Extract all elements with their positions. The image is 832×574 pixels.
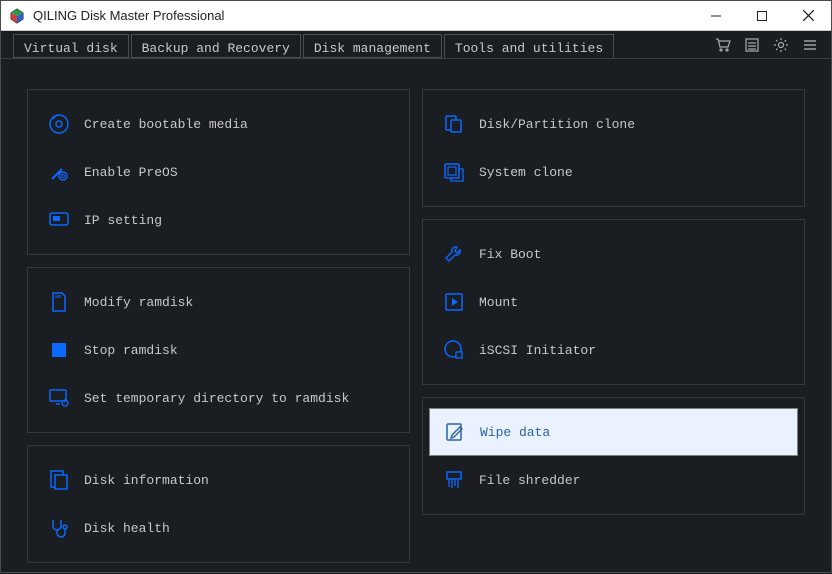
item-label: Enable PreOS bbox=[84, 165, 178, 180]
menu-icon[interactable] bbox=[803, 38, 817, 52]
clone-icon bbox=[439, 113, 469, 135]
item-label: Disk health bbox=[84, 521, 170, 536]
disc-icon bbox=[44, 113, 74, 135]
cart-icon[interactable] bbox=[715, 37, 731, 53]
item-label: Set temporary directory to ramdisk bbox=[84, 391, 349, 406]
tab-tools-utilities[interactable]: Tools and utilities bbox=[444, 34, 614, 58]
item-label: IP setting bbox=[84, 213, 162, 228]
item-label: Fix Boot bbox=[479, 247, 541, 262]
wrench-icon bbox=[439, 243, 469, 265]
monitor-gear-icon bbox=[44, 387, 74, 409]
content-area: Create bootable media Enable PreOS IP sett… bbox=[1, 59, 831, 574]
iscsi-initiator[interactable]: iSCSI Initiator bbox=[429, 326, 798, 374]
wipe-data[interactable]: Wipe data bbox=[429, 408, 798, 456]
right-panel: Wipe data File shredder bbox=[422, 397, 805, 515]
circle-connect-icon bbox=[439, 339, 469, 361]
left-panel: Modify ramdisk Stop ramdisk Set temporary … bbox=[27, 267, 410, 433]
set-temp-dir-ramdisk[interactable]: Set temporary directory to ramdisk bbox=[34, 374, 403, 422]
gear-icon[interactable] bbox=[773, 37, 789, 53]
shredder-icon bbox=[439, 469, 469, 491]
app-logo-icon bbox=[9, 8, 25, 24]
system-clone-icon bbox=[439, 161, 469, 183]
system-clone[interactable]: System clone bbox=[429, 148, 798, 196]
tab-disk-management[interactable]: Disk management bbox=[303, 34, 442, 58]
edit-icon bbox=[440, 421, 470, 443]
fix-boot[interactable]: Fix Boot bbox=[429, 230, 798, 278]
ip-setting[interactable]: IP setting bbox=[34, 196, 403, 244]
play-icon bbox=[439, 291, 469, 313]
tab-virtual-disk[interactable]: Virtual disk bbox=[13, 34, 129, 58]
left-panel: Disk information Disk health bbox=[27, 445, 410, 563]
tabbar: Virtual disk Backup and Recovery Disk ma… bbox=[1, 31, 831, 59]
item-label: System clone bbox=[479, 165, 573, 180]
close-button[interactable] bbox=[785, 1, 831, 30]
item-label: Wipe data bbox=[480, 425, 550, 440]
item-label: Stop ramdisk bbox=[84, 343, 178, 358]
window-title: QILING Disk Master Professional bbox=[33, 8, 693, 23]
item-label: Create bootable media bbox=[84, 117, 248, 132]
modify-ramdisk[interactable]: Modify ramdisk bbox=[34, 278, 403, 326]
item-label: File shredder bbox=[479, 473, 580, 488]
left-panel: Create bootable media Enable PreOS IP sett… bbox=[27, 89, 410, 255]
item-label: Modify ramdisk bbox=[84, 295, 193, 310]
disk-partition-clone[interactable]: Disk/Partition clone bbox=[429, 100, 798, 148]
item-label: iSCSI Initiator bbox=[479, 343, 596, 358]
list-icon[interactable] bbox=[745, 38, 759, 52]
create-bootable-media[interactable]: Create bootable media bbox=[34, 100, 403, 148]
left-column: Create bootable media Enable PreOS IP sett… bbox=[21, 89, 416, 554]
disk-health[interactable]: Disk health bbox=[34, 504, 403, 552]
right-panel: Disk/Partition clone System clone bbox=[422, 89, 805, 207]
tool-gear-icon bbox=[44, 161, 74, 183]
mount[interactable]: Mount bbox=[429, 278, 798, 326]
doc-icon bbox=[44, 469, 74, 491]
sd-card-icon bbox=[44, 291, 74, 313]
file-shredder[interactable]: File shredder bbox=[429, 456, 798, 504]
item-label: Disk information bbox=[84, 473, 209, 488]
maximize-button[interactable] bbox=[739, 1, 785, 30]
monitor-icon bbox=[44, 209, 74, 231]
minimize-button[interactable] bbox=[693, 1, 739, 30]
item-label: Mount bbox=[479, 295, 518, 310]
stethoscope-icon bbox=[44, 517, 74, 539]
stop-ramdisk[interactable]: Stop ramdisk bbox=[34, 326, 403, 374]
stop-icon bbox=[44, 339, 74, 361]
right-column: Disk/Partition clone System clone Fix Boot… bbox=[416, 89, 811, 554]
enable-preos[interactable]: Enable PreOS bbox=[34, 148, 403, 196]
window-controls bbox=[693, 1, 831, 30]
item-label: Disk/Partition clone bbox=[479, 117, 635, 132]
right-panel: Fix Boot Mount iSCSI Initiator bbox=[422, 219, 805, 385]
disk-information[interactable]: Disk information bbox=[34, 456, 403, 504]
tab-backup-recovery[interactable]: Backup and Recovery bbox=[131, 34, 301, 58]
toolbar-right-icons bbox=[715, 31, 831, 58]
titlebar: QILING Disk Master Professional bbox=[1, 1, 831, 31]
